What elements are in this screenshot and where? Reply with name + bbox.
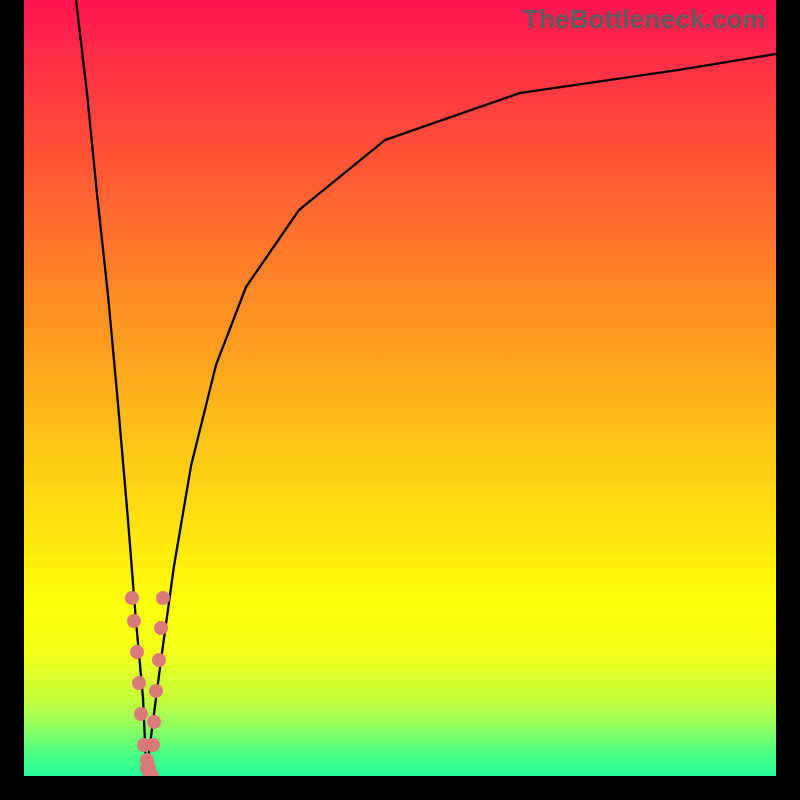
data-point <box>147 715 161 729</box>
data-point <box>156 591 170 605</box>
chart-frame: TheBottleneck.com <box>0 0 800 800</box>
data-point <box>127 614 141 628</box>
data-point <box>134 707 148 721</box>
data-point <box>152 653 166 667</box>
curve-left-branch <box>76 0 146 776</box>
bottleneck-curve <box>24 0 776 776</box>
plot-area: TheBottleneck.com <box>24 0 776 776</box>
data-point <box>149 684 163 698</box>
data-point <box>132 676 146 690</box>
data-point <box>125 591 139 605</box>
data-point <box>154 621 168 635</box>
curve-right-branch <box>146 54 776 776</box>
watermark-text: TheBottleneck.com <box>523 4 766 35</box>
scatter-points <box>125 591 170 776</box>
data-point <box>130 645 144 659</box>
data-point <box>146 738 160 752</box>
